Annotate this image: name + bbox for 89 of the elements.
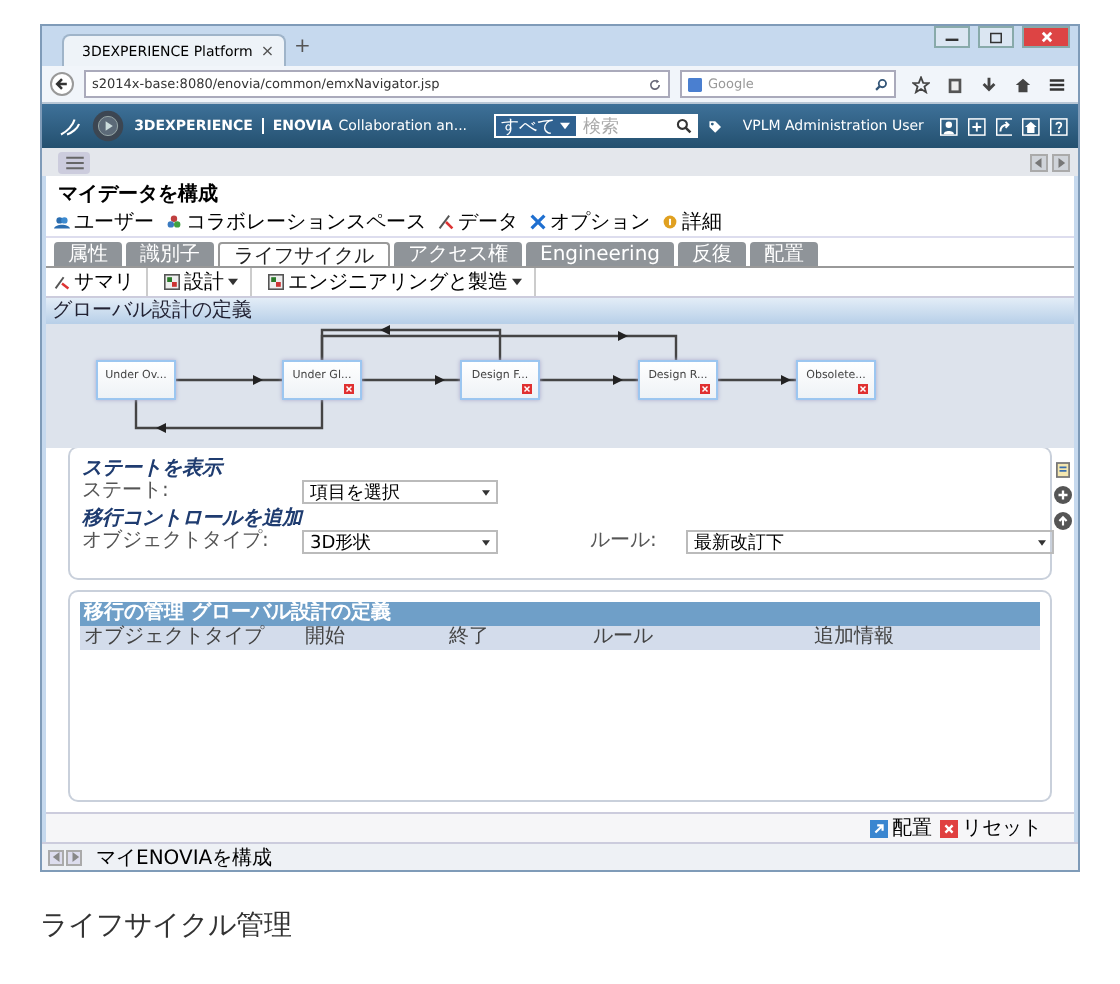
page-title: マイデータを構成 <box>56 181 220 208</box>
tab[interactable]: ライフサイクル <box>218 242 390 266</box>
search-placeholder: 検索 <box>581 115 622 139</box>
transition-arrow <box>540 375 638 385</box>
field-label: ステート: <box>82 480 171 502</box>
column-header[interactable]: 追加情報 <box>809 626 1040 650</box>
download-icon[interactable] <box>980 75 998 93</box>
tag-icon[interactable] <box>708 117 723 135</box>
grid-icon <box>268 274 284 290</box>
toolbar-button[interactable]: サマリ <box>54 268 148 296</box>
field-label: ルール: <box>590 530 659 552</box>
forward-button[interactable] <box>66 849 82 865</box>
grid-icon <box>164 274 180 290</box>
search-icon[interactable] <box>676 118 693 134</box>
caret-icon <box>482 539 490 545</box>
minimize-button[interactable] <box>934 26 970 48</box>
previous-button[interactable] <box>1030 153 1048 171</box>
compass-icon[interactable] <box>92 106 125 146</box>
info-icon <box>662 214 678 230</box>
delete-icon[interactable] <box>858 384 868 394</box>
form-heading: ステートを表示 <box>82 458 227 480</box>
section-header: グローバル設計の定義 <box>46 298 1074 324</box>
state-select[interactable]: 項目を選択 <box>302 480 498 504</box>
scope-dropdown[interactable]: すべて <box>493 114 578 138</box>
reset-button[interactable]: リセット <box>940 814 1042 842</box>
logo-icon <box>58 113 83 139</box>
menu-icon[interactable] <box>1048 75 1066 93</box>
field-label: オブジェクトタイプ: <box>82 530 271 552</box>
delete-icon[interactable] <box>522 384 532 394</box>
arrow-icon <box>870 819 888 837</box>
caret-icon <box>482 489 490 495</box>
home-icon[interactable] <box>1022 115 1041 137</box>
close-window-button[interactable] <box>1022 26 1070 48</box>
document-icon[interactable] <box>1056 462 1070 478</box>
toolbar-button[interactable]: 設計 <box>164 268 252 296</box>
delete-icon[interactable] <box>700 384 710 394</box>
command-button[interactable]: 詳細 <box>662 208 722 236</box>
home-icon[interactable] <box>1014 75 1032 93</box>
command-button[interactable]: データ <box>438 208 518 236</box>
transition-arrow <box>362 375 460 385</box>
maximize-icon <box>988 31 1004 43</box>
transition-arrow <box>176 375 282 385</box>
search-icon[interactable] <box>874 77 888 91</box>
rule-select[interactable]: 最新改訂下 <box>686 530 1054 554</box>
table-title: 移行の管理 グローバル設計の定義 <box>80 602 1040 626</box>
column-header[interactable]: 開始 <box>300 626 445 650</box>
users-icon <box>54 214 70 230</box>
menu-icon <box>65 155 83 169</box>
people-icon <box>166 214 182 230</box>
close-tab-button[interactable]: × <box>260 42 275 60</box>
right-triangle-icon <box>69 852 79 862</box>
next-button[interactable] <box>1052 153 1070 171</box>
column-header[interactable]: オブジェクトタイプ <box>80 626 301 650</box>
form-heading: 移行コントロールを追加 <box>82 508 306 530</box>
options-icon <box>530 214 546 230</box>
reload-icon[interactable] <box>648 77 662 91</box>
toolbar-button[interactable]: エンジニアリングと製造 <box>268 268 536 296</box>
status-text: マイENOVIAを構成 <box>96 845 273 871</box>
back-arrow-icon <box>54 76 70 92</box>
add-icon[interactable] <box>1054 486 1072 504</box>
column-header[interactable]: 終了 <box>444 626 589 650</box>
new-tab-button[interactable]: + <box>294 35 311 57</box>
caption: ライフサイクル管理 <box>40 908 294 944</box>
caret-icon <box>1038 539 1046 545</box>
share-icon[interactable] <box>995 115 1013 137</box>
close-icon <box>1039 30 1053 44</box>
maximize-button[interactable] <box>978 26 1014 48</box>
transition-arrow <box>718 375 796 385</box>
help-icon[interactable] <box>1050 115 1068 137</box>
caret-icon <box>559 122 570 130</box>
clipboard-icon[interactable] <box>946 75 964 93</box>
menu-button[interactable] <box>58 151 90 173</box>
deploy-button[interactable]: 配置 <box>870 814 932 842</box>
right-triangle-icon <box>1056 157 1066 167</box>
command-button[interactable]: ユーザー <box>54 208 154 236</box>
person-icon[interactable] <box>939 115 958 137</box>
type-select[interactable]: 3D形状 <box>302 530 498 554</box>
column-header[interactable]: ルール <box>588 626 810 650</box>
search-field[interactable]: すべて 検索 <box>493 114 699 138</box>
command-button[interactable]: オプション <box>530 208 650 236</box>
close-icon <box>940 819 958 837</box>
star-icon[interactable] <box>912 75 930 93</box>
delete-icon[interactable] <box>344 384 354 394</box>
back-button[interactable] <box>50 72 74 96</box>
left-triangle-icon <box>51 852 61 862</box>
add-icon[interactable] <box>967 115 986 137</box>
upload-icon[interactable] <box>1054 512 1072 530</box>
command-button[interactable]: コラボレーションスペース <box>166 208 426 236</box>
left-triangle-icon <box>1034 157 1044 167</box>
